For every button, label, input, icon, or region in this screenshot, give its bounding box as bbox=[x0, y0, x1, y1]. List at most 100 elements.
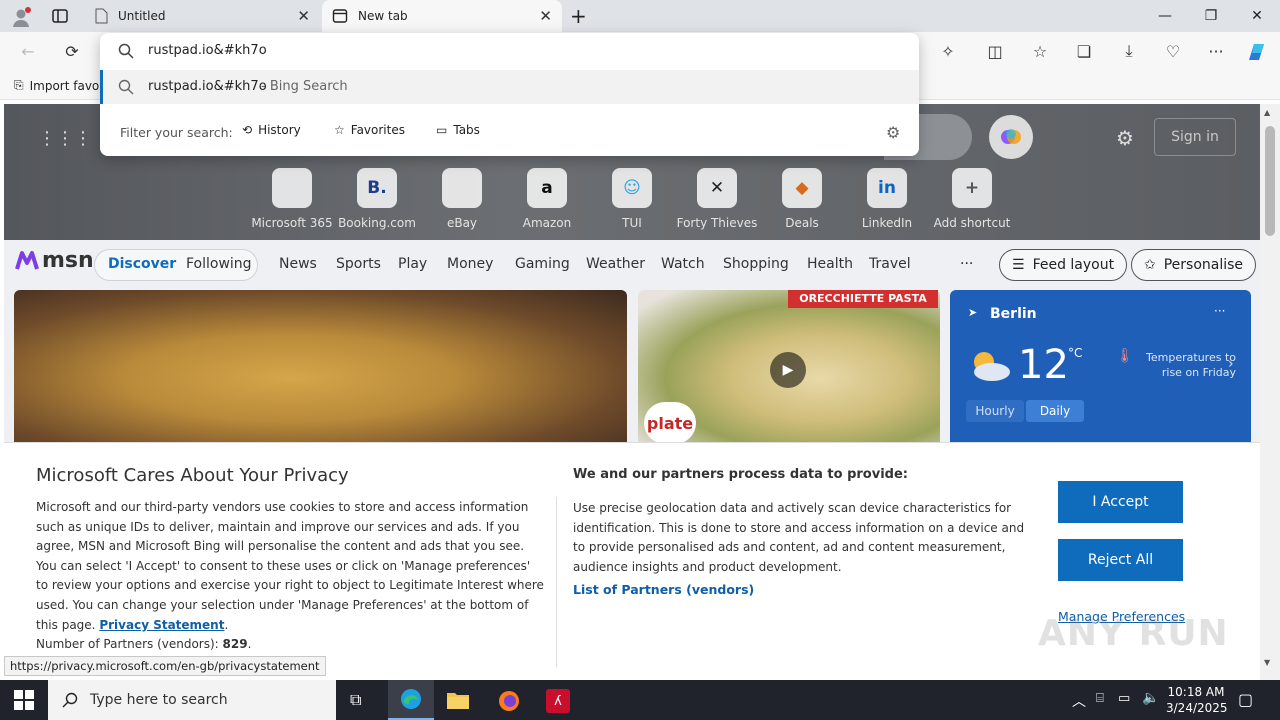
windows-start-icon[interactable] bbox=[14, 690, 34, 710]
filter-history[interactable]: ⟲ History bbox=[242, 123, 301, 137]
nav-item[interactable]: Shopping bbox=[723, 256, 789, 272]
more-nav-icon[interactable]: ··· bbox=[960, 256, 973, 272]
card-banner: ORECCHIETTE PASTA bbox=[788, 290, 938, 308]
nav-item[interactable]: News bbox=[279, 256, 317, 272]
nav-item[interactable]: Weather bbox=[586, 256, 645, 272]
back-icon[interactable]: ← bbox=[10, 35, 46, 67]
news-card-image[interactable] bbox=[14, 290, 627, 450]
nav-item[interactable]: Health bbox=[807, 256, 853, 272]
restore-button[interactable]: ❐ bbox=[1188, 0, 1234, 32]
refresh-icon[interactable]: ⟳ bbox=[54, 35, 90, 67]
filter-tabs[interactable]: ▭ Tabs bbox=[436, 123, 480, 137]
downloads-icon[interactable]: ⤓ bbox=[1111, 35, 1147, 67]
performance-icon[interactable]: ♡ bbox=[1155, 35, 1191, 67]
shortcut-label: Deals bbox=[785, 216, 819, 230]
acrobat-icon[interactable]: ʎ bbox=[546, 689, 570, 713]
filter-favorites[interactable]: ☆ Favorites bbox=[334, 123, 405, 137]
accept-button[interactable]: I Accept bbox=[1058, 481, 1183, 523]
new-tab-button[interactable]: + bbox=[570, 4, 587, 28]
shortcut-tile[interactable]: ◆ Deals bbox=[760, 168, 844, 230]
shortcut-tile[interactable]: B. Booking.com bbox=[335, 168, 419, 230]
weather-city[interactable]: Berlin bbox=[990, 306, 1037, 322]
scroll-thumb[interactable] bbox=[1265, 126, 1275, 236]
clock[interactable]: 10:18 AM 3/24/2025 bbox=[1166, 684, 1228, 716]
firefox-icon[interactable] bbox=[497, 689, 521, 713]
file-explorer-icon[interactable] bbox=[446, 690, 470, 710]
tab-hourly[interactable]: Hourly bbox=[966, 400, 1024, 422]
msn-logo[interactable]: msn bbox=[14, 248, 94, 273]
recipe-card-image[interactable]: ORECCHIETTE PASTA ▶ plate bbox=[638, 290, 940, 450]
address-bar[interactable]: rustpad.io&#kh7o bbox=[100, 33, 919, 69]
shortcut-tile[interactable]: ✕ Forty Thieves bbox=[675, 168, 759, 230]
address-input[interactable]: rustpad.io&#kh7o bbox=[148, 43, 267, 58]
filter-favorites-label: Favorites bbox=[350, 123, 405, 137]
shortcut-tile[interactable]: a Amazon bbox=[505, 168, 589, 230]
right-title: We and our partners process data to prov… bbox=[573, 467, 908, 482]
scroll-up-icon[interactable]: ▲ bbox=[1264, 108, 1270, 117]
status-url: https://privacy.microsoft.com/en-gb/priv… bbox=[4, 656, 326, 676]
tab-actions-icon[interactable] bbox=[50, 6, 70, 26]
minimize-button[interactable]: — bbox=[1142, 0, 1188, 32]
edge-taskbar-icon[interactable] bbox=[388, 680, 434, 720]
nav-item[interactable]: Sports bbox=[336, 256, 381, 272]
chevron-right-icon[interactable]: › bbox=[1228, 356, 1234, 372]
settings-gear-icon[interactable]: ⚙ bbox=[1116, 126, 1134, 150]
tab-untitled[interactable]: Untitled ✕ bbox=[84, 0, 320, 32]
filter-tabs-label: Tabs bbox=[453, 123, 480, 137]
suggestion-row[interactable]: rustpad.io&#kh7o - Bing Search bbox=[100, 70, 919, 104]
device-icon[interactable]: ⌸ bbox=[1096, 691, 1104, 706]
sign-in-button[interactable]: Sign in bbox=[1154, 118, 1236, 156]
nav-item[interactable]: Gaming bbox=[515, 256, 570, 272]
split-screen-icon[interactable]: ◫ bbox=[977, 35, 1013, 67]
weather-more-icon[interactable]: ··· bbox=[1214, 304, 1225, 318]
nav-item[interactable]: Travel bbox=[869, 256, 911, 272]
history-icon: ⟲ bbox=[242, 123, 253, 137]
reject-all-button[interactable]: Reject All bbox=[1058, 539, 1183, 581]
favorites-icon[interactable]: ☆ bbox=[1022, 35, 1058, 67]
privacy-statement-link[interactable]: Privacy Statement bbox=[99, 618, 224, 632]
personalise-button[interactable]: ✩ Personalise bbox=[1131, 249, 1257, 281]
gear-icon[interactable]: ⚙ bbox=[886, 123, 900, 142]
shortcut-tile[interactable]: Microsoft 365 bbox=[250, 168, 334, 230]
notifications-icon[interactable]: ▢ bbox=[1238, 690, 1253, 709]
nav-item[interactable]: Play bbox=[398, 256, 427, 272]
scrollbar[interactable]: ▲ ▼ bbox=[1260, 104, 1280, 680]
copilot-button[interactable] bbox=[989, 115, 1033, 159]
feed-layout-button[interactable]: ☰ Feed layout bbox=[999, 249, 1128, 281]
tab-following[interactable]: Following bbox=[186, 256, 252, 272]
weather-card[interactable]: ➤ Berlin ··· 12 °C 🌡 Temperatures to ris… bbox=[950, 290, 1251, 450]
taskbar-search[interactable]: Type here to search bbox=[48, 680, 336, 720]
shortcut-tile[interactable]: eBay bbox=[420, 168, 504, 230]
extensions-icon[interactable]: ✧ bbox=[930, 35, 966, 67]
import-favorites[interactable]: ⎘ Import favo bbox=[14, 78, 99, 93]
collections-icon[interactable]: ❏ bbox=[1066, 35, 1102, 67]
task-view-icon[interactable]: ⧉ bbox=[350, 690, 361, 710]
chevron-up-icon[interactable]: ︿ bbox=[1072, 691, 1086, 711]
tab-daily[interactable]: Daily bbox=[1026, 400, 1084, 422]
more-icon[interactable]: ··· bbox=[1198, 35, 1234, 67]
play-icon[interactable]: ▶ bbox=[770, 352, 806, 388]
shortcut-tile[interactable]: in LinkedIn bbox=[845, 168, 929, 230]
tab-discover[interactable]: Discover bbox=[108, 256, 176, 272]
shortcut-tile[interactable]: + Add shortcut bbox=[930, 168, 1014, 230]
shortcut-tile[interactable]: ☺ TUI bbox=[590, 168, 674, 230]
shortcut-label: Add shortcut bbox=[933, 216, 1011, 230]
nav-item[interactable]: Money bbox=[447, 256, 493, 272]
network-icon[interactable]: ▭ bbox=[1118, 691, 1130, 706]
suggestion-suffix: - Bing Search bbox=[261, 79, 348, 94]
volume-icon[interactable]: 🔈 bbox=[1142, 690, 1159, 706]
profile-icon[interactable] bbox=[10, 6, 32, 28]
copilot-icon[interactable] bbox=[1244, 40, 1270, 64]
tab-new-tab[interactable]: New tab ✕ bbox=[322, 0, 562, 32]
import-label: Import favo bbox=[29, 78, 100, 93]
shortcut-icon bbox=[442, 168, 482, 208]
nav-item[interactable]: Watch bbox=[661, 256, 705, 272]
apps-grid-icon[interactable]: ⋮⋮⋮ bbox=[38, 128, 92, 149]
close-window-button[interactable]: ✕ bbox=[1234, 0, 1280, 32]
close-icon[interactable]: ✕ bbox=[297, 7, 310, 25]
filter-history-label: History bbox=[258, 123, 301, 137]
scroll-down-icon[interactable]: ▼ bbox=[1264, 658, 1270, 667]
cloud-icon bbox=[966, 348, 1012, 382]
close-icon[interactable]: ✕ bbox=[539, 7, 552, 25]
partners-list-link[interactable]: List of Partners (vendors) bbox=[573, 582, 754, 597]
